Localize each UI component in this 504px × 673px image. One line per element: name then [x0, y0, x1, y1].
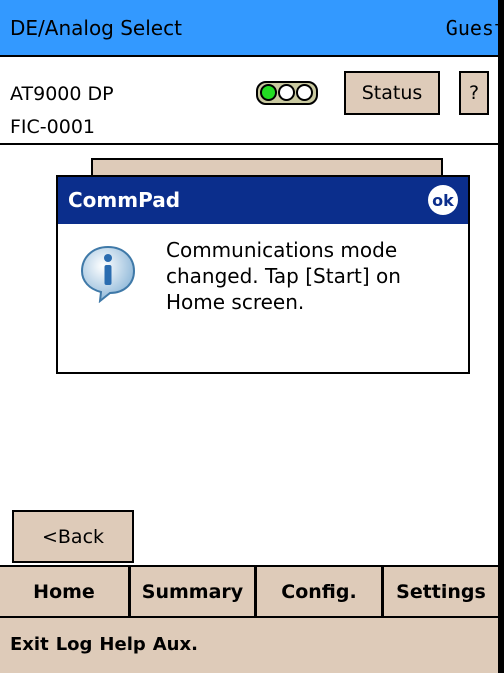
traffic-light-icon	[256, 81, 318, 105]
title-bar: DE/Analog Select Guest	[0, 0, 498, 57]
tab-config[interactable]: Config.	[257, 567, 384, 616]
status-lamp-green	[260, 84, 277, 101]
tab-home[interactable]: Home	[0, 567, 131, 616]
dialog-title: CommPad	[68, 188, 181, 212]
status-button[interactable]: Status	[344, 71, 440, 115]
dialog-message: Communications mode changed. Tap [Start]…	[166, 238, 401, 314]
ok-icon[interactable]: ok	[428, 185, 458, 215]
status-lamp-middle	[278, 84, 295, 101]
app-screen: DE/Analog Select Guest AT9000 DP FIC-000…	[0, 0, 504, 673]
device-bar: AT9000 DP FIC-0001 Status ?	[0, 57, 498, 145]
menu-help[interactable]: Help	[99, 634, 145, 655]
user-label: Guest	[445, 16, 504, 40]
device-model: AT9000 DP	[10, 83, 114, 105]
menu-bar: Exit Log Help Aux.	[0, 618, 498, 673]
menu-log[interactable]: Log	[56, 634, 93, 655]
nav-bar: Home Summary Config. Settings	[0, 565, 498, 618]
tab-summary[interactable]: Summary	[131, 567, 257, 616]
menu-exit[interactable]: Exit	[10, 634, 49, 655]
dialog-header: CommPad ok	[58, 177, 468, 224]
tab-settings[interactable]: Settings	[384, 567, 498, 616]
back-button[interactable]: <Back	[12, 510, 134, 563]
window-title: DE/Analog Select	[10, 16, 182, 40]
info-icon	[80, 245, 136, 303]
help-button[interactable]: ?	[459, 71, 489, 115]
menu-aux[interactable]: Aux.	[153, 634, 198, 655]
commpad-dialog: CommPad ok Communications mode changed. …	[56, 175, 470, 374]
device-tag: FIC-0001	[10, 116, 96, 138]
status-lamp-right	[296, 84, 313, 101]
